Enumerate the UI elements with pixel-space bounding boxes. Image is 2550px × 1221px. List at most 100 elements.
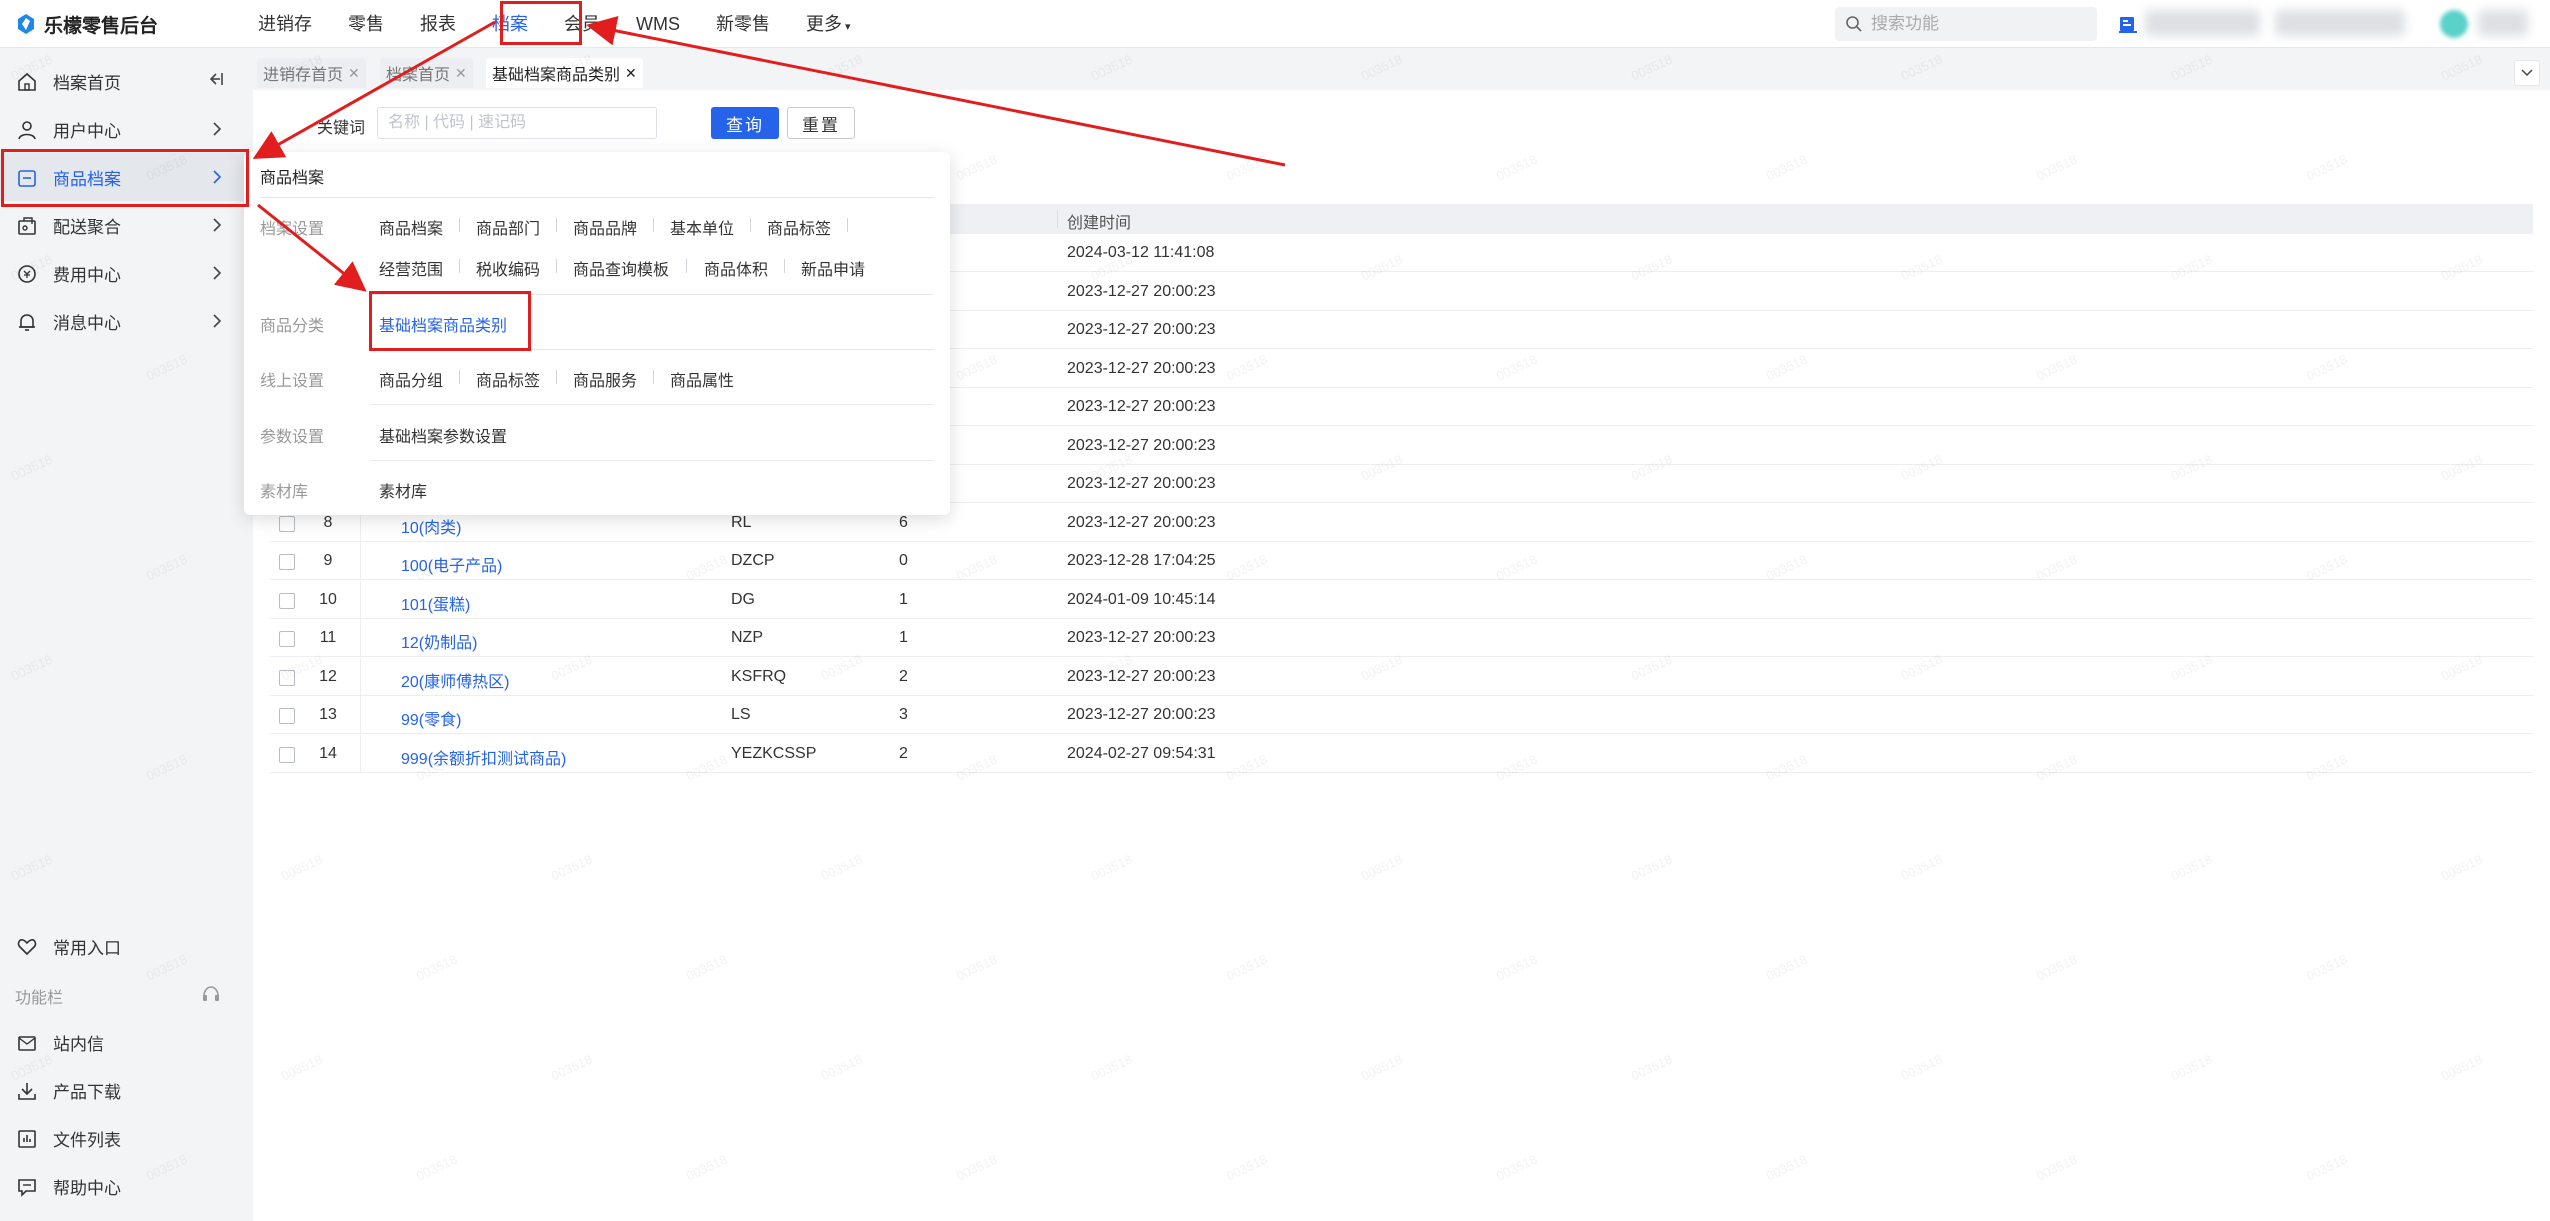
column-divider [360, 657, 361, 696]
menu-link-product-volume[interactable]: 商品体积 [704, 256, 768, 280]
chevron-right-icon [213, 266, 222, 280]
row-checkbox[interactable] [279, 746, 295, 763]
menu-link-base-product-category[interactable]: 基础档案商品类别 [379, 312, 507, 336]
menu-link-product-group[interactable]: 商品分组 [379, 367, 443, 391]
menu-link-separator [556, 218, 557, 232]
package-icon [18, 217, 36, 235]
tab-archive-home[interactable]: 档案首页 ✕ [380, 58, 473, 88]
row-checkbox[interactable] [279, 592, 295, 609]
headset-icon[interactable] [200, 984, 222, 1006]
column-header-created-time[interactable]: 创建时间 [1067, 209, 1131, 233]
function-search-input[interactable] [1871, 14, 2071, 34]
row-checkbox[interactable] [279, 631, 295, 647]
reset-button[interactable]: 重置 [787, 107, 855, 139]
created-time: 2023-12-28 17:04:25 [1067, 552, 1216, 569]
menu-link-separator [686, 259, 687, 273]
menu-divider [370, 460, 934, 461]
column-divider [360, 696, 361, 734]
sidebar-item-favorites[interactable]: 常用入口 [0, 922, 253, 970]
menu-link-separator [653, 370, 654, 384]
column-divider [1057, 210, 1058, 228]
created-time: 2023-12-27 20:00:23 [1067, 629, 1216, 646]
sidebar-item-message-center[interactable]: 消息中心 [0, 297, 253, 345]
menu-link-product-brand[interactable]: 商品品牌 [573, 215, 637, 239]
sidebar-item-help-center[interactable]: 帮助中心 [0, 1162, 253, 1210]
nav-item-retail[interactable]: 零售 [330, 0, 402, 48]
collapse-sidebar-icon[interactable] [206, 70, 224, 88]
menu-link-product-attribute[interactable]: 商品属性 [670, 367, 734, 391]
top-bar: 乐檬零售后台 进销存 零售 报表 档案 会员 WMS 新零售 更多 ▾ [0, 0, 2550, 48]
avatar[interactable] [2440, 10, 2468, 38]
keyword-label: 关键词 [317, 120, 366, 137]
brand[interactable]: 乐檬零售后台 [16, 11, 158, 37]
menu-link-product-archive[interactable]: 商品档案 [379, 215, 443, 239]
table-row[interactable]: 11 12(奶制品) NZP 1 2023-12-27 20:00:23 [269, 619, 2533, 657]
nav-item-inventory[interactable]: 进销存 [240, 0, 330, 48]
help-icon [18, 1179, 36, 1197]
store-icon[interactable] [2118, 14, 2138, 34]
table-row[interactable]: 9 100(电子产品) DZCP 0 2023-12-28 17:04:25 [269, 542, 2533, 580]
menu-link-material-library[interactable]: 素材库 [379, 478, 427, 502]
created-time: 2023-12-27 20:00:23 [1067, 282, 1216, 300]
category-name-link[interactable]: 20(康师傅热区) [401, 668, 509, 692]
keyword-input[interactable] [377, 107, 657, 139]
nav-item-more[interactable]: 更多 ▾ [788, 0, 869, 48]
nav-more-label: 更多 [806, 14, 842, 34]
chevron-right-icon [213, 122, 222, 136]
sidebar-item-user-center[interactable]: 用户中心 [0, 105, 253, 153]
redacted-user-name [2478, 10, 2528, 36]
box-icon [18, 170, 36, 187]
row-checkbox[interactable] [279, 708, 295, 724]
sidebar-item-file-list[interactable]: 文件列表 [0, 1114, 253, 1162]
tab-dropdown-button[interactable] [2514, 60, 2540, 86]
heart-icon [17, 939, 37, 956]
menu-section-label: 线上设置 [260, 373, 325, 390]
app-title: 乐檬零售后台 [44, 15, 159, 37]
created-time: 2023-12-27 20:00:23 [1067, 359, 1216, 377]
chart-icon [18, 1130, 36, 1148]
created-time: 2023-12-27 20:00:23 [1067, 475, 1216, 492]
table-row[interactable]: 14 999(余额折扣测试商品) YEZKCSSP 2 2024-02-27 09:54… [269, 734, 2533, 773]
nav-item-archive[interactable]: 档案 [474, 0, 546, 48]
menu-divider [260, 197, 934, 198]
sidebar-item-delivery[interactable]: 配送聚合 [0, 201, 253, 249]
function-search[interactable] [1835, 7, 2097, 41]
menu-link-tax-code[interactable]: 税收编码 [476, 256, 540, 280]
row-checkbox[interactable] [279, 554, 295, 570]
menu-link-product-service[interactable]: 商品服务 [573, 367, 637, 391]
query-button[interactable]: 查询 [711, 107, 779, 139]
category-name-link[interactable]: 12(奶制品) [401, 629, 477, 653]
category-name-link[interactable]: 10(肉类) [401, 514, 461, 538]
menu-link-new-product-request[interactable]: 新品申请 [801, 256, 865, 280]
nav-item-new-retail[interactable]: 新零售 [698, 0, 788, 48]
menu-link-base-unit[interactable]: 基本单位 [670, 215, 734, 239]
row-checkbox[interactable] [279, 515, 295, 532]
close-icon[interactable]: ✕ [455, 65, 467, 82]
menu-divider [370, 349, 934, 350]
close-icon[interactable]: ✕ [625, 65, 637, 82]
created-time: 2023-12-27 20:00:23 [1067, 513, 1216, 531]
category-code: YEZKCSSP [731, 744, 817, 762]
category-name-link[interactable]: 101(蛋糕) [401, 591, 470, 615]
category-name-link[interactable]: 99(零食) [401, 706, 461, 730]
menu-link-query-template[interactable]: 商品查询模板 [573, 256, 669, 280]
menu-link-separator [653, 218, 654, 232]
menu-link-online-product-tag[interactable]: 商品标签 [476, 367, 540, 391]
menu-link-product-department[interactable]: 商品部门 [476, 215, 540, 239]
menu-link-product-tag[interactable]: 商品标签 [767, 215, 831, 239]
menu-link-archive-params[interactable]: 基础档案参数设置 [379, 423, 507, 447]
sidebar-item-label: 产品下载 [53, 1082, 121, 1102]
app-logo-icon [18, 14, 34, 34]
category-code: DG [731, 590, 755, 608]
menu-link-business-scope[interactable]: 经营范围 [379, 256, 443, 280]
sidebar-item-downloads[interactable]: 产品下载 [0, 1066, 253, 1114]
table-row[interactable]: 13 99(零食) LS 3 2023-12-27 20:00:23 [269, 696, 2533, 734]
nav-item-member[interactable]: 会员 [546, 0, 618, 48]
redacted-user-info [2275, 10, 2405, 36]
close-icon[interactable]: ✕ [348, 65, 360, 82]
table-row[interactable]: 10 101(蛋糕) DG 1 2024-01-09 10:45:14 [269, 580, 2533, 619]
sidebar-item-product-archive[interactable]: 商品档案 [0, 153, 253, 201]
nav-item-reports[interactable]: 报表 [402, 0, 474, 48]
sidebar-item-label: 站内信 [53, 1034, 104, 1054]
nav-item-wms[interactable]: WMS [618, 0, 698, 48]
